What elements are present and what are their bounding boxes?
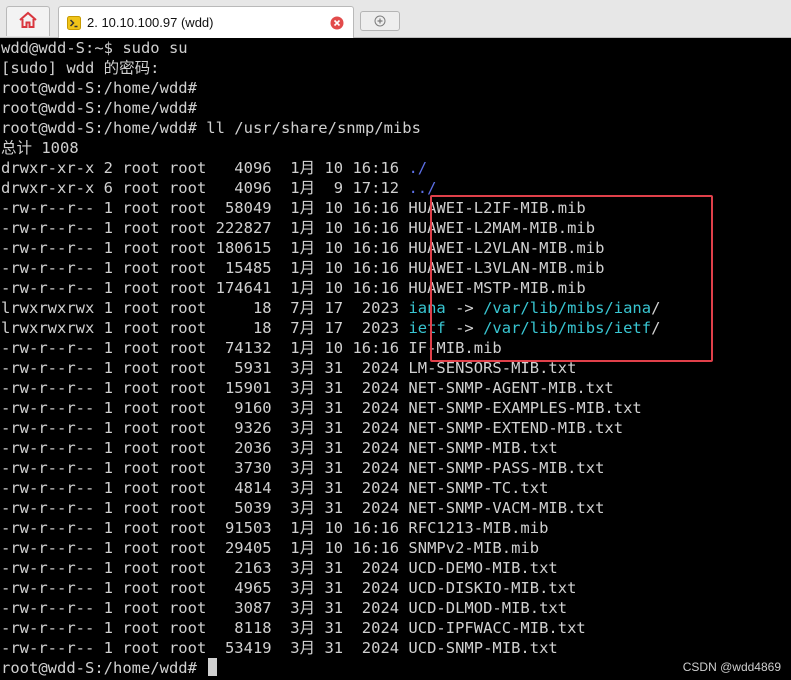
terminal-text: -rw-r--r-- 1 root root 2036 3月 31 2024 N… [1,439,558,457]
terminal-text: lrwxrwxrwx 1 root root 18 7月 17 2023 [1,299,409,317]
terminal-text: 总计 1008 [1,139,79,157]
terminal-session-icon [67,15,81,30]
tab-session[interactable]: 2. 10.10.100.97 (wdd) [58,6,354,38]
terminal-text: lrwxrwxrwx 1 root root 18 7月 17 2023 [1,319,409,337]
new-tab-button[interactable] [360,11,400,31]
terminal-line: -rw-r--r-- 1 root root 2036 3月 31 2024 N… [1,438,660,458]
terminal-line: -rw-r--r-- 1 root root 5039 3月 31 2024 N… [1,498,660,518]
terminal-text: -rw-r--r-- 1 root root 74132 1月 10 16:16… [1,339,502,357]
terminal-text: -rw-r--r-- 1 root root 15901 3月 31 2024 … [1,379,614,397]
terminal-line: -rw-r--r-- 1 root root 2163 3月 31 2024 U… [1,558,660,578]
terminal-line: -rw-r--r-- 1 root root 9160 3月 31 2024 N… [1,398,660,418]
terminal-line: root@wdd-S:/home/wdd# [1,78,660,98]
terminal-text: -rw-r--r-- 1 root root 91503 1月 10 16:16… [1,519,549,537]
close-tab-icon[interactable] [329,15,345,31]
terminal-line: root@wdd-S:/home/wdd# [1,658,660,678]
terminal-line: root@wdd-S:/home/wdd# [1,98,660,118]
terminal-cursor [208,658,218,676]
terminal-line: -rw-r--r-- 1 root root 4814 3月 31 2024 N… [1,478,660,498]
terminal-text: -rw-r--r-- 1 root root 9326 3月 31 2024 N… [1,419,624,437]
terminal-text: -rw-r--r-- 1 root root 29405 1月 10 16:16… [1,539,540,557]
terminal-line: -rw-r--r-- 1 root root 15901 3月 31 2024 … [1,378,660,398]
tab-title: 2. 10.10.100.97 (wdd) [87,15,214,30]
terminal-text: -rw-r--r-- 1 root root 2163 3月 31 2024 U… [1,559,558,577]
terminal-line: -rw-r--r-- 1 root root 9326 3月 31 2024 N… [1,418,660,438]
terminal-text: -rw-r--r-- 1 root root 3087 3月 31 2024 U… [1,599,568,617]
terminal-line: root@wdd-S:/home/wdd# ll /usr/share/snmp… [1,118,660,138]
home-icon [18,11,38,33]
terminal-line: -rw-r--r-- 1 root root 29405 1月 10 16:16… [1,538,660,558]
terminal-text: root@wdd-S:/home/wdd# [1,99,197,117]
terminal-line: -rw-r--r-- 1 root root 3087 3月 31 2024 U… [1,598,660,618]
terminal-text: -rw-r--r-- 1 root root 3730 3月 31 2024 N… [1,459,605,477]
terminal-line: -rw-r--r-- 1 root root 4965 3月 31 2024 U… [1,578,660,598]
highlight-box [430,195,713,362]
terminal-line: -rw-r--r-- 1 root root 91503 1月 10 16:16… [1,518,660,538]
terminal-text: -rw-r--r-- 1 root root 53419 3月 31 2024 … [1,639,558,657]
terminal-line: -rw-r--r-- 1 root root 53419 3月 31 2024 … [1,638,660,658]
terminal-line: [sudo] wdd 的密码: [1,58,660,78]
terminal-line: wdd@wdd-S:~$ sudo su [1,38,660,58]
terminal-text: root@wdd-S:/home/wdd# [1,79,197,97]
watermark: CSDN @wdd4869 [682,660,781,674]
directory-name: ./ [408,159,428,177]
terminal-text: -rw-r--r-- 1 root root 4965 3月 31 2024 U… [1,579,577,597]
terminal-text: root@wdd-S:/home/wdd# [1,659,207,677]
terminal-text: -rw-r--r-- 1 root root 9160 3月 31 2024 N… [1,399,642,417]
terminal-line: -rw-r--r-- 1 root root 8118 3月 31 2024 U… [1,618,660,638]
terminal-line: -rw-r--r-- 1 root root 3730 3月 31 2024 N… [1,458,660,478]
terminal-line: drwxr-xr-x 2 root root 4096 1月 10 16:16 … [1,158,660,178]
terminal-text: drwxr-xr-x 2 root root 4096 1月 10 16:16 [1,159,409,177]
terminal-text: -rw-r--r-- 1 root root 8118 3月 31 2024 U… [1,619,586,637]
terminal-text: -rw-r--r-- 1 root root 5039 3月 31 2024 N… [1,499,605,517]
terminal-text: wdd@wdd-S:~$ sudo su [1,39,188,57]
tab-bar: 2. 10.10.100.97 (wdd) [0,0,791,38]
home-tab-button[interactable] [6,6,50,36]
new-tab-icon [374,12,386,31]
terminal-text: [sudo] wdd 的密码: [1,59,160,77]
terminal-line: 总计 1008 [1,138,660,158]
terminal-text: root@wdd-S:/home/wdd# ll /usr/share/snmp… [1,119,421,137]
terminal-output[interactable]: wdd@wdd-S:~$ sudo su [sudo] wdd 的密码: root@… [0,38,791,680]
terminal-text: -rw-r--r-- 1 root root 4814 3月 31 2024 N… [1,479,549,497]
terminal-text: drwxr-xr-x 6 root root 4096 1月 9 17:12 [1,179,409,197]
